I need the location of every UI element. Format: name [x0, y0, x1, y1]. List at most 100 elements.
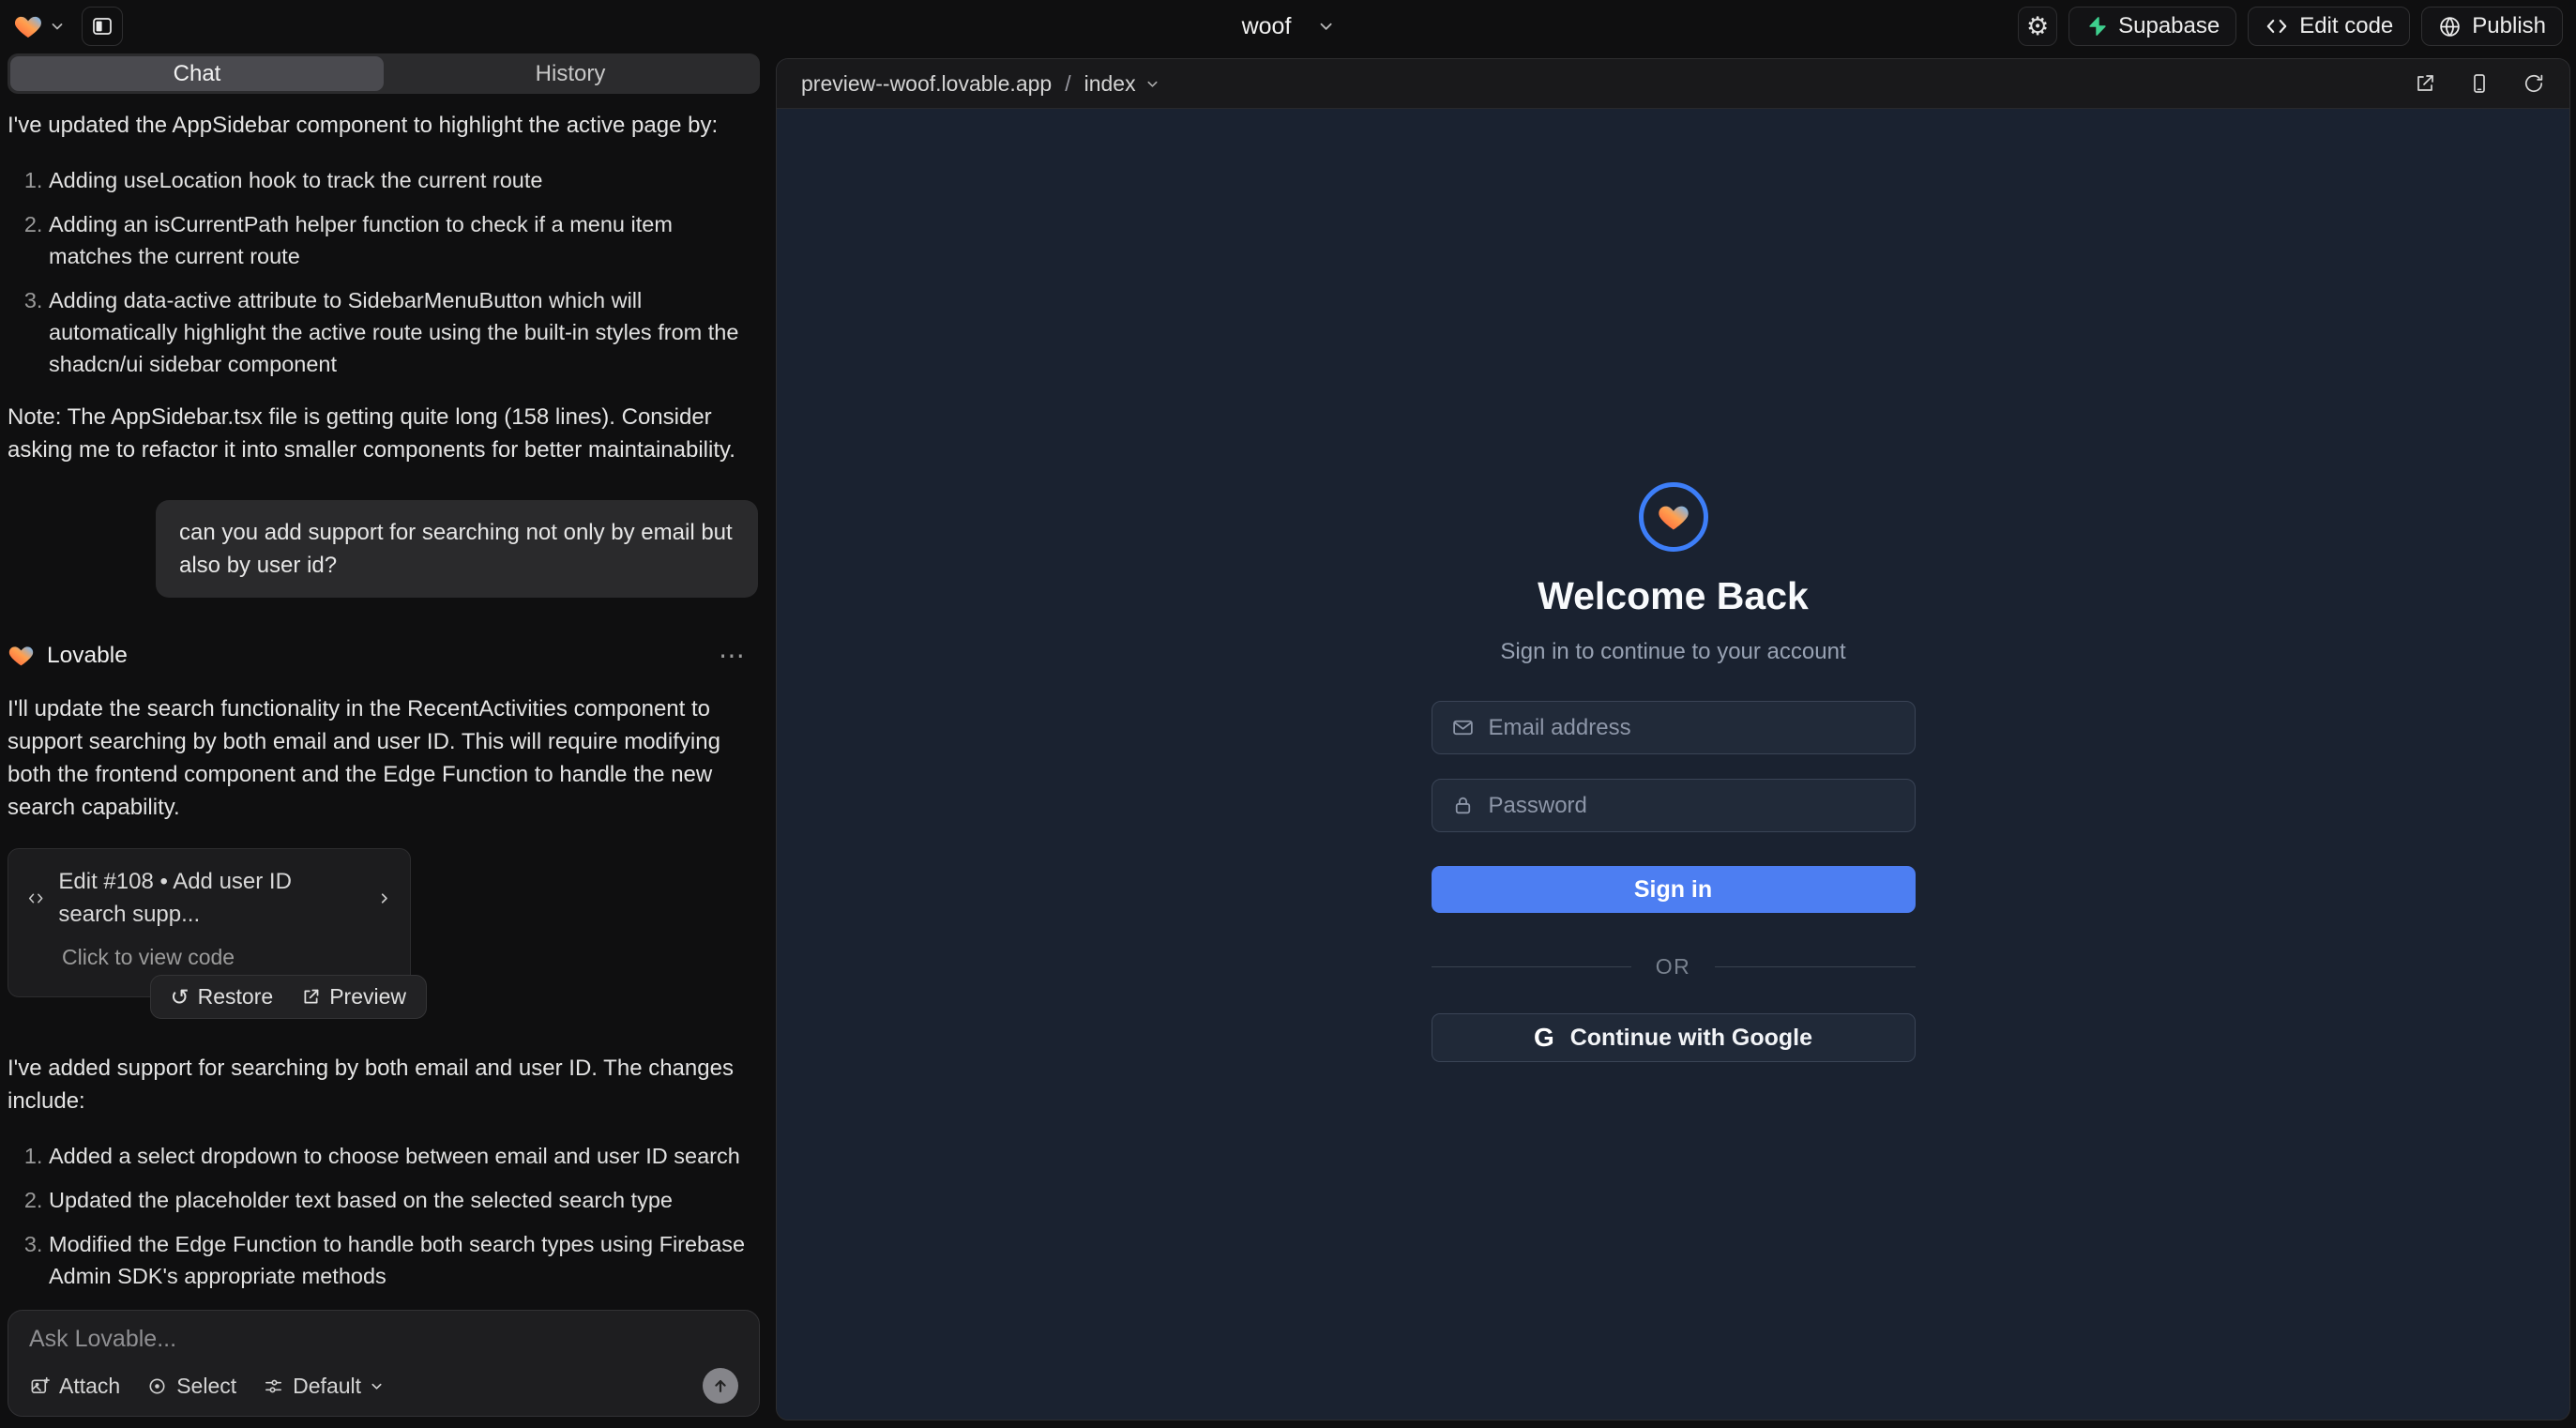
topbar-actions: ⚙ Supabase Edit code Publish — [2018, 7, 2563, 46]
email-placeholder: Email address — [1489, 715, 1631, 741]
assistant-name: Lovable — [47, 639, 128, 672]
google-icon: G — [1534, 1023, 1554, 1053]
image-plus-icon — [29, 1375, 51, 1397]
or-label: OR — [1656, 954, 1691, 980]
tab-history[interactable]: History — [384, 56, 757, 91]
assistant-list: Adding useLocation hook to track the cur… — [8, 164, 758, 380]
path-separator: / — [1065, 71, 1070, 97]
mode-label: Default — [293, 1374, 361, 1399]
user-message-row: can you add support for searching not on… — [8, 500, 758, 598]
restore-icon: ↺ — [171, 986, 189, 1009]
list-item: Adding useLocation hook to track the cur… — [49, 164, 758, 196]
supabase-button[interactable]: Supabase — [2068, 7, 2236, 46]
mobile-view-button[interactable] — [2468, 72, 2491, 95]
list-item: Added a select dropdown to choose betwee… — [49, 1140, 758, 1172]
edit-version-card[interactable]: Edit #108 • Add user ID search supp... C… — [8, 848, 411, 997]
select-label: Select — [176, 1374, 236, 1399]
chevron-right-icon[interactable] — [377, 889, 391, 907]
panel-tabs: Chat History — [8, 53, 760, 94]
chat-panel: Chat History I've updated the AppSidebar… — [0, 53, 767, 1428]
google-sign-in-button[interactable]: G Continue with Google — [1432, 1013, 1916, 1062]
or-divider: OR — [1432, 954, 1916, 980]
divider-line — [1432, 966, 1631, 967]
email-field[interactable]: Email address — [1432, 701, 1916, 754]
heart-logo-icon — [1657, 500, 1690, 534]
composer-toolbar: Attach Select Default — [29, 1368, 738, 1404]
sliders-icon — [263, 1375, 284, 1397]
mode-selector[interactable]: Default — [263, 1374, 384, 1399]
preview-panel: preview--woof.lovable.app / index Welcom… — [776, 58, 2570, 1420]
google-label: Continue with Google — [1570, 1025, 1812, 1052]
tab-chat[interactable]: Chat — [10, 56, 384, 91]
list-item: Adding an isCurrentPath helper function … — [49, 208, 758, 272]
assistant-paragraph: I've added support for searching by both… — [8, 1052, 758, 1117]
divider-line — [1715, 966, 1915, 967]
preview-path: index — [1084, 71, 1136, 97]
preview-viewport: Welcome Back Sign in to continue to your… — [777, 109, 2569, 1420]
refresh-button[interactable] — [2523, 72, 2545, 95]
edit-card-subtitle: Click to view code — [62, 941, 391, 974]
password-field[interactable]: Password — [1432, 779, 1916, 832]
assistant-paragraph: I've updated the AppSidebar component to… — [8, 109, 758, 142]
list-item: Adding data-active attribute to SidebarM… — [49, 284, 758, 380]
lock-icon — [1451, 794, 1475, 817]
sidebar-toggle-button[interactable] — [82, 7, 123, 46]
top-bar: woof ⚙ Supabase Edit code Publish — [0, 0, 2576, 53]
chat-messages: I've updated the AppSidebar component to… — [0, 94, 767, 1295]
user-message-bubble: can you add support for searching not on… — [156, 500, 758, 598]
edit-code-label: Edit code — [2299, 13, 2393, 39]
arrow-up-icon — [711, 1376, 730, 1395]
sign-in-button[interactable]: Sign in — [1432, 866, 1916, 913]
gear-icon: ⚙ — [2026, 14, 2049, 39]
assistant-header: Lovable ⋯ — [8, 639, 758, 672]
chat-composer[interactable]: Ask Lovable... Attach Select Default — [8, 1310, 760, 1417]
preview-controls — [2414, 72, 2545, 95]
supabase-icon — [2085, 15, 2108, 38]
publish-button[interactable]: Publish — [2421, 7, 2563, 46]
chevron-down-icon — [370, 1379, 384, 1393]
assistant-note: Note: The AppSidebar.tsx file is getting… — [8, 401, 758, 466]
preview-button[interactable]: Preview — [301, 984, 406, 1010]
preview-label: Preview — [329, 984, 406, 1010]
chevron-down-icon[interactable] — [50, 19, 65, 34]
send-button[interactable] — [703, 1368, 738, 1404]
assistant-paragraph: I'll update the search functionality in … — [8, 692, 758, 824]
edit-code-button[interactable]: Edit code — [2248, 7, 2410, 46]
chevron-down-icon[interactable] — [1145, 77, 1159, 91]
mail-icon — [1451, 716, 1475, 739]
external-link-icon — [301, 987, 321, 1007]
sidebar-panel-icon — [91, 15, 114, 38]
target-icon — [146, 1375, 168, 1397]
code-brackets-icon — [2265, 14, 2289, 38]
preview-header: preview--woof.lovable.app / index — [777, 59, 2569, 109]
code-brackets-icon — [27, 888, 44, 909]
assistant-list: Added a select dropdown to choose betwee… — [8, 1140, 758, 1295]
edit-card-actions: ↺ Restore Preview — [150, 975, 427, 1019]
chevron-down-icon[interactable] — [1317, 18, 1334, 35]
external-link-icon — [2414, 72, 2436, 95]
refresh-icon — [2523, 72, 2545, 95]
open-in-new-tab-button[interactable] — [2414, 72, 2436, 95]
mobile-phone-icon — [2468, 72, 2491, 95]
lovable-logo[interactable] — [13, 11, 65, 41]
preview-url: preview--woof.lovable.app — [801, 71, 1052, 97]
list-item: Modified the Edge Function to handle bot… — [49, 1228, 758, 1292]
edit-card-header: Edit #108 • Add user ID search supp... — [27, 865, 391, 931]
attach-button[interactable]: Attach — [29, 1374, 120, 1399]
ellipsis-menu-icon[interactable]: ⋯ — [719, 643, 745, 669]
app-logo-badge — [1639, 482, 1708, 552]
settings-button[interactable]: ⚙ — [2018, 7, 2057, 46]
chat-input[interactable]: Ask Lovable... — [29, 1326, 738, 1353]
restore-button[interactable]: ↺ Restore — [171, 984, 274, 1010]
select-button[interactable]: Select — [146, 1374, 236, 1399]
list-item: Updated the placeholder text based on th… — [49, 1184, 758, 1216]
project-name: woof — [1242, 13, 1292, 40]
preview-url-bar[interactable]: preview--woof.lovable.app / index — [801, 71, 1159, 97]
supabase-label: Supabase — [2118, 13, 2220, 39]
page-title: Welcome Back — [1538, 574, 1809, 618]
password-placeholder: Password — [1489, 793, 1587, 819]
publish-label: Publish — [2472, 13, 2546, 39]
lovable-heart-icon — [8, 642, 35, 669]
edit-card-title: Edit #108 • Add user ID search supp... — [58, 865, 362, 931]
project-switcher[interactable]: woof — [1242, 13, 1335, 40]
